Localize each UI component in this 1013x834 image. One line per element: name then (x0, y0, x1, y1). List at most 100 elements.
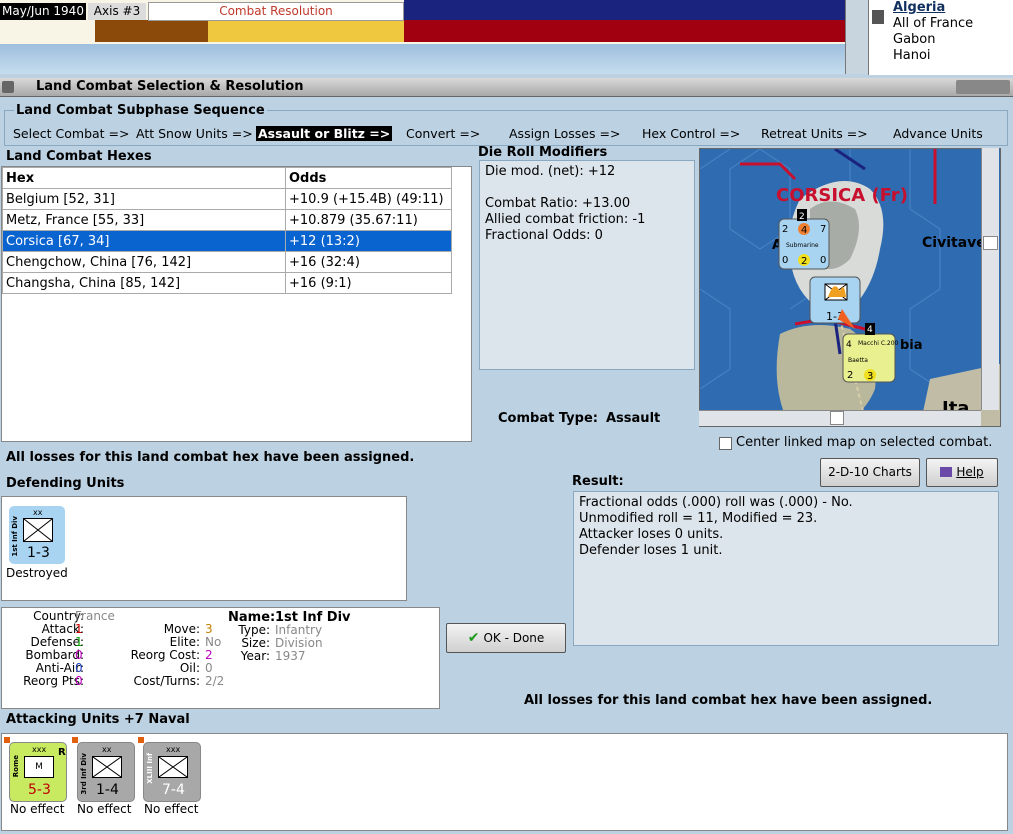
location-item[interactable]: All of France (869, 16, 1013, 32)
axis-tab[interactable]: Axis #3 (88, 3, 146, 20)
location-list[interactable]: Algeria All of France Gabon Hanoi (868, 0, 1013, 75)
odds-cell: +10.9 (+15.4B) (49:11) (285, 188, 452, 210)
subphase-title: Land Combat Subphase Sequence (14, 103, 267, 118)
unit-size: xx (33, 508, 43, 517)
step-select-combat: Select Combat => (13, 126, 130, 141)
unit-marker (72, 737, 78, 743)
step-assault-active: Assault or Blitz => (256, 126, 393, 141)
date-label: May/Jun 1940 (0, 3, 86, 20)
die-mod-spacer (485, 180, 694, 196)
result-line: Defender loses 1 unit. (579, 543, 723, 558)
infantry-counter[interactable]: 1-3 (809, 276, 861, 324)
list-scroll-thumb[interactable] (872, 10, 884, 24)
band-blue (404, 0, 845, 20)
col-hex-header[interactable]: Hex (2, 167, 286, 189)
band-brown (95, 20, 208, 42)
air-base: Baetta (848, 357, 868, 364)
table-row[interactable]: Changsha, China [85, 142] +16 (9:1) (2, 272, 452, 294)
charts-button[interactable]: 2-D-10 Charts (820, 458, 920, 487)
hexes-table: Hex Odds Belgium [52, 31] +10.9 (+15.4B) … (2, 167, 452, 294)
details-left-values: France 1 1 0 0 0 (75, 610, 115, 688)
odds-cell: +16 (32:4) (285, 251, 452, 273)
band-red (404, 20, 845, 42)
die-roll-title: Die Roll Modifiers (478, 145, 608, 160)
location-item[interactable]: Gabon (869, 32, 1013, 48)
reorgpts-label: Reorg Pts: (23, 674, 84, 688)
unit-value: 1-3 (27, 545, 50, 561)
table-row-selected[interactable]: Corsica [67, 34] +12 (13:2) (2, 230, 452, 252)
details-mid-labels: Move: Elite: Reorg Cost: Oil: Cost/Turns… (110, 623, 200, 688)
location-item[interactable]: Algeria (869, 0, 1013, 16)
top-scrollbar[interactable] (845, 0, 868, 74)
help-button-label: Help (956, 465, 984, 479)
ok-done-label: OK - Done (483, 631, 545, 645)
air-bot-val: 2 (847, 370, 853, 381)
hexes-panel: Hex Odds Belgium [52, 31] +10.9 (+15.4B) … (1, 166, 472, 442)
odds-cell: +12 (13:2) (285, 230, 452, 252)
details-right-labels: Type: Size: Year: (222, 624, 270, 663)
mech-infantry-icon: M (24, 756, 54, 778)
center-linked-checkbox[interactable] (719, 437, 732, 450)
table-row[interactable]: Belgium [52, 31] +10.9 (+15.4B) (49:11) (2, 188, 452, 210)
ok-done-button[interactable]: ✔ OK - Done (446, 623, 566, 653)
phase-label: Combat Resolution (148, 2, 404, 21)
result-line: Unmodified roll = 11, Modified = 23. (579, 511, 818, 526)
sub-val: 0 (782, 255, 788, 266)
help-button[interactable]: Help (926, 458, 998, 487)
map-canvas[interactable]: CORSICA (Fr) Civitave A bia Ita 2 2 4 7 … (700, 149, 1000, 426)
unit-side-label: XLIII Inf (146, 753, 154, 784)
map-vscroll[interactable] (981, 148, 999, 410)
window-close-icon[interactable] (956, 80, 1010, 94)
checkmark-icon: ✔ (467, 630, 480, 646)
attacking-unit-counter[interactable]: xxx XLIII Inf 7-4 (138, 737, 201, 802)
unit-side-label: Rome (12, 755, 20, 778)
result-panel: Fractional odds (.000) roll was (.000) -… (573, 491, 999, 646)
location-item[interactable]: Hanoi (869, 48, 1013, 64)
map-bia-label: bia (900, 338, 923, 353)
attacking-title: Attacking Units +7 Naval (6, 712, 190, 727)
table-row[interactable]: Chengchow, China [76, 142] +16 (32:4) (2, 251, 452, 273)
linked-map[interactable]: CORSICA (Fr) Civitave A bia Ita 2 2 4 7 … (699, 148, 1001, 427)
col-odds-header[interactable]: Odds (285, 167, 452, 189)
air-bot-val: 3 (867, 371, 873, 382)
center-linked-label: Center linked map on selected combat. (736, 435, 993, 450)
step-att-snow: Att Snow Units => (136, 126, 253, 141)
hex-cell: Chengchow, China [76, 142] (2, 251, 286, 273)
unit-marker (4, 737, 10, 743)
sub-name: Submarine (786, 242, 819, 249)
map-region-label: CORSICA (Fr) (776, 185, 908, 206)
step-convert: Convert => (406, 126, 481, 141)
unit-value: 5-3 (28, 782, 51, 798)
result-line: Fractional odds (.000) roll was (.000) -… (579, 495, 853, 510)
year-value: 1937 (275, 649, 306, 663)
attacking-unit-status: No effect (77, 802, 132, 816)
reorgpts-value: 0 (75, 674, 83, 688)
air-left-val: 4 (846, 340, 852, 350)
die-mod-line: Die mod. (net): +12 (485, 164, 616, 179)
infantry-icon (158, 756, 188, 778)
hex-cell: Corsica [67, 34] (2, 230, 286, 252)
die-roll-panel: Die mod. (net): +12 Combat Ratio: +13.00… (479, 160, 695, 370)
table-row[interactable]: Metz, France [55, 33] +10.879 (35.67:11) (2, 209, 452, 231)
window-menu-icon[interactable] (2, 81, 14, 93)
sub-val: 0 (820, 255, 826, 266)
map-hscroll-thumb[interactable] (830, 411, 844, 425)
unit-side-label: 1st Inf Div (11, 516, 19, 557)
combat-type-label: Combat Type: (498, 411, 598, 426)
step-retreat: Retreat Units => (761, 126, 868, 141)
details-right-values: Infantry Division 1937 (275, 624, 323, 663)
sub-val: 2 (782, 224, 788, 235)
step-hex-control: Hex Control => (642, 126, 741, 141)
map-vscroll-thumb[interactable] (983, 236, 998, 250)
attacking-unit-status: No effect (144, 802, 199, 816)
result-line: Attacker loses 0 units. (579, 527, 724, 542)
result-title: Result: (572, 474, 624, 489)
odds-cell: +10.879 (35.67:11) (285, 209, 452, 231)
unit-size: xx (102, 745, 112, 754)
attacking-unit-counter[interactable]: xx 3rd Inf Div 1-4 (72, 737, 135, 802)
sub-val: 7 (820, 224, 826, 235)
band-cream (0, 20, 95, 42)
defending-unit-counter[interactable]: xx 1st Inf Div 1-3 (9, 506, 65, 564)
odds-cell: +16 (9:1) (285, 272, 452, 294)
attacking-unit-counter[interactable]: xxx R M Rome 5-3 (4, 737, 67, 802)
